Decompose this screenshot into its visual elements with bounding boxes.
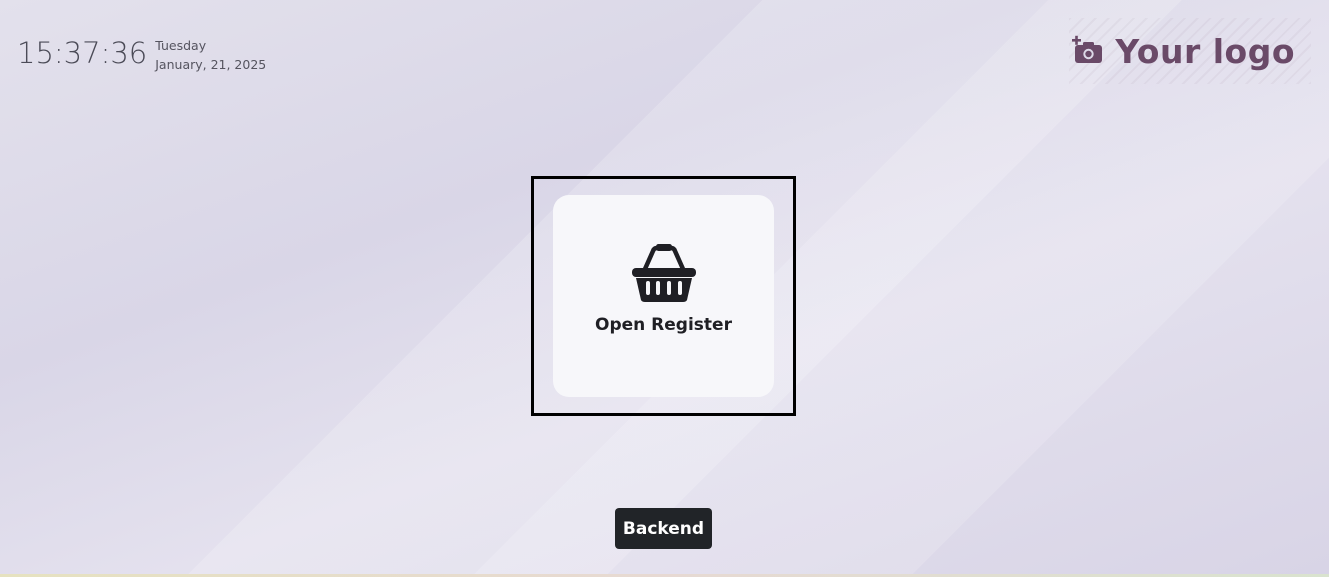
logo-text: Your logo — [1115, 31, 1295, 71]
camera-plus-icon — [1072, 35, 1103, 63]
clock: 15:37:36 Tuesday January, 21, 2025 — [17, 36, 266, 74]
shopping-basket-icon — [631, 244, 696, 302]
clock-date-block: Tuesday January, 21, 2025 — [155, 36, 266, 74]
company-logo[interactable]: Your logo — [1069, 18, 1311, 84]
clock-weekday: Tuesday — [155, 38, 207, 53]
clock-time: 15:37:36 — [17, 36, 148, 70]
clock-date: January, 21, 2025 — [155, 57, 267, 72]
open-register-button[interactable]: Open Register — [553, 195, 774, 397]
backend-button[interactable]: Backend — [615, 508, 712, 549]
open-register-label: Open Register — [595, 315, 732, 335]
